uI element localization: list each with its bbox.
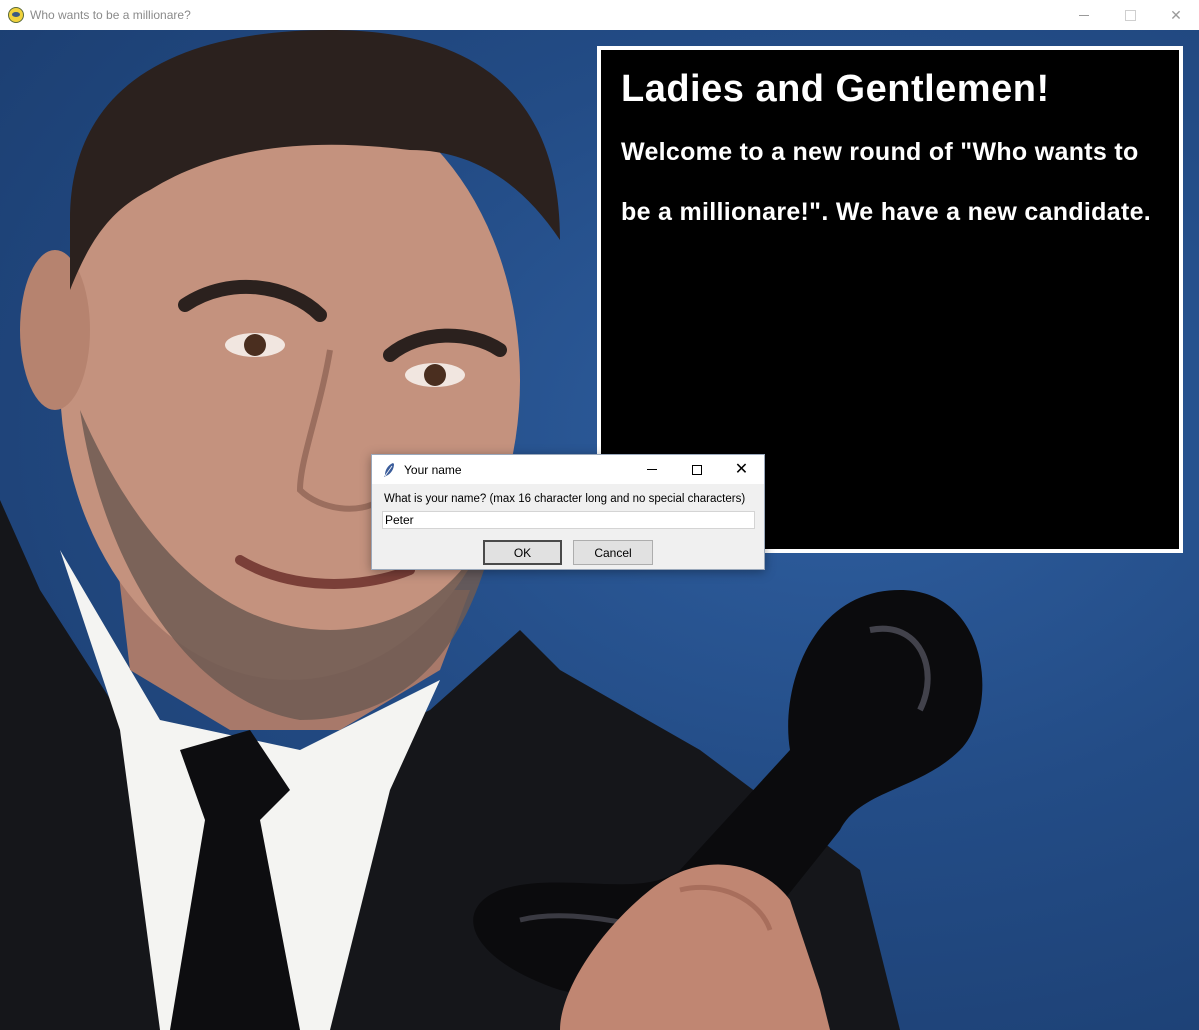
main-titlebar[interactable]: Who wants to be a millionare? ✕ (0, 0, 1199, 30)
minimize-button[interactable] (1061, 0, 1107, 30)
name-prompt-label: What is your name? (max 16 character lon… (384, 493, 746, 505)
panel-heading: Ladies and Gentlemen! (621, 68, 1050, 110)
minimize-icon (1079, 14, 1089, 16)
maximize-icon (1124, 9, 1136, 21)
window-controls: ✕ (1061, 0, 1199, 30)
dialog-maximize-button[interactable] (674, 455, 719, 484)
dialog-close-button[interactable]: ✕ (719, 455, 764, 484)
close-button[interactable]: ✕ (1153, 0, 1199, 30)
close-icon: ✕ (1170, 6, 1182, 23)
name-dialog[interactable]: Your name ✕ What is your name? (max 16 c… (371, 454, 765, 570)
maximize-icon (691, 464, 702, 475)
maximize-button[interactable] (1107, 0, 1153, 30)
dialog-title: Your name (404, 462, 462, 477)
feather-icon (384, 462, 394, 477)
pygame-icon (8, 7, 24, 23)
close-icon: ✕ (734, 460, 749, 478)
ok-button[interactable]: OK (483, 540, 562, 565)
panel-text-line-2: be a millionare!". We have a new candida… (621, 198, 1152, 226)
dialog-titlebar[interactable]: Your name ✕ (372, 455, 764, 484)
cancel-button[interactable]: Cancel (573, 540, 653, 565)
dialog-window-controls: ✕ (629, 455, 764, 484)
name-input[interactable] (382, 511, 755, 529)
panel-text-line-1: Welcome to a new round of "Who wants to (621, 138, 1139, 166)
minimize-icon (646, 469, 657, 470)
dialog-minimize-button[interactable] (629, 455, 674, 484)
window-title: Who wants to be a millionare? (30, 8, 191, 22)
